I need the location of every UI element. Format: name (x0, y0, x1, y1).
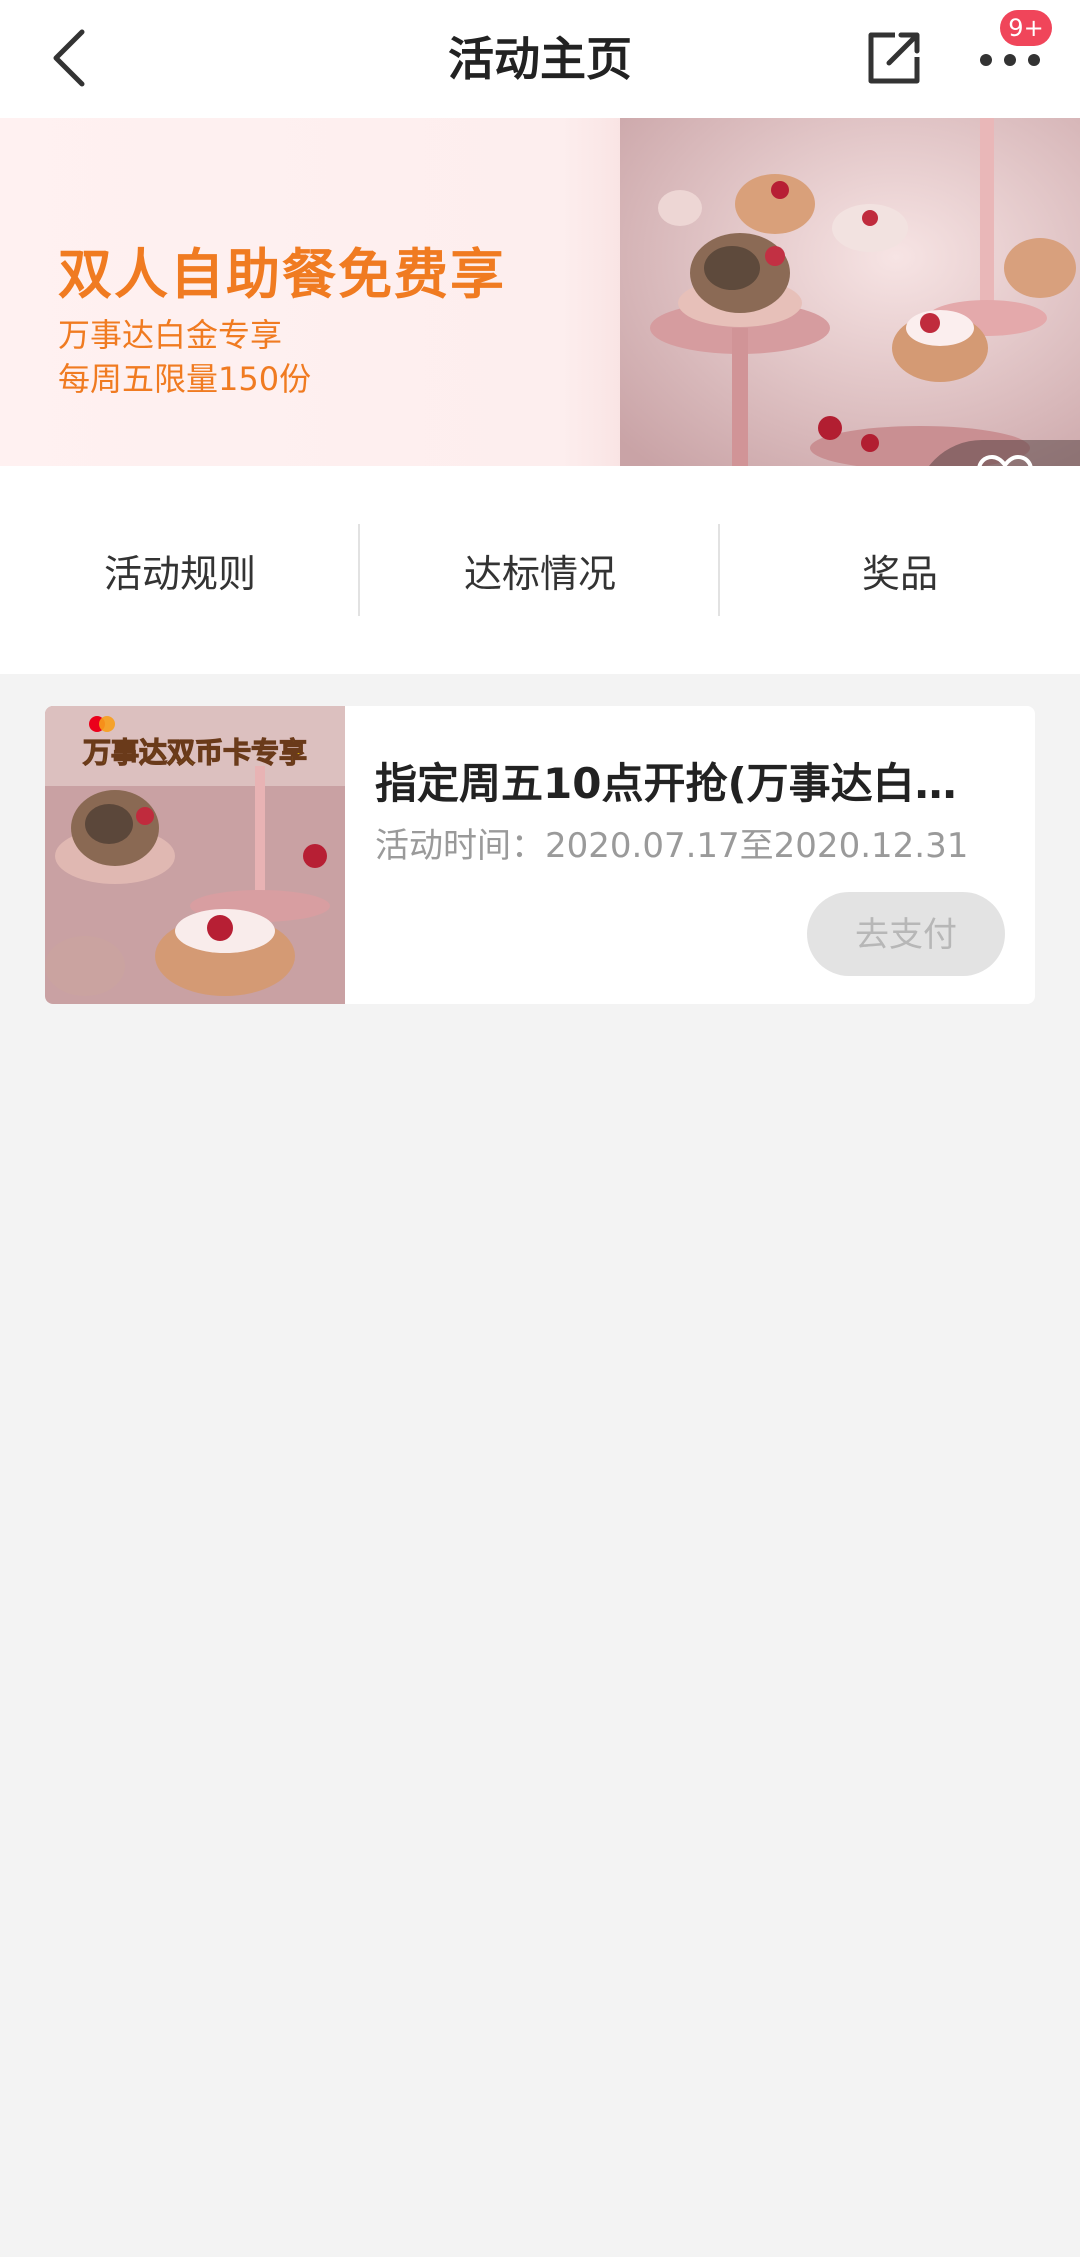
activity-title: 指定周五10点开抢(万事达白… (375, 759, 957, 808)
tab-activity-rules[interactable]: 活动规则 (0, 466, 360, 674)
top-bar: 活动主页 9+ (0, 0, 1080, 118)
tab-label: 奖品 (861, 551, 938, 596)
share-button[interactable] (858, 22, 930, 94)
tab-progress[interactable]: 达标情况 (360, 466, 720, 674)
tab-label: 活动规则 (103, 551, 256, 596)
share-icon (868, 32, 920, 84)
thumbnail-caption: 万事达双币卡专享 (83, 736, 307, 769)
heart-icon (977, 455, 1033, 466)
banner-subtitle-1: 万事达白金专享 (58, 316, 283, 354)
activity-card[interactable]: 万事达双币卡专享 指定周五10点开抢(万事达白… 活动时间：2020.07.17… (45, 706, 1035, 1004)
pay-button[interactable]: 去支付 (807, 892, 1005, 976)
tab-prizes[interactable]: 奖品 (720, 466, 1080, 674)
banner-title: 双人自助餐免费享 (58, 243, 506, 306)
more-dots-icon (980, 54, 1040, 66)
dessert-photo (620, 118, 1080, 466)
activity-time: 活动时间：2020.07.17至2020.12.31 (375, 826, 969, 866)
notification-badge: 9+ (1000, 10, 1052, 46)
tab-bar: 活动规则 达标情况 奖品 (0, 466, 1080, 674)
banner-subtitle-2: 每周五限量150份 (58, 360, 312, 398)
activity-thumbnail: 万事达双币卡专享 (45, 706, 345, 1004)
tab-label: 达标情况 (463, 551, 616, 596)
banner: 双人自助餐免费享 万事达白金专享 每周五限量150份 (0, 118, 1080, 466)
